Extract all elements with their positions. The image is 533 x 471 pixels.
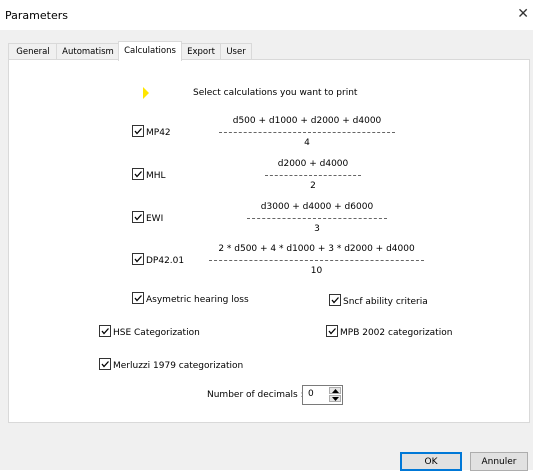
decimals-stepper[interactable]: 0 bbox=[302, 385, 343, 405]
tab-automatism[interactable]: Automatism bbox=[56, 43, 120, 60]
checkbox-label: Sncf ability criteria bbox=[343, 297, 428, 307]
checkbox-icon bbox=[326, 325, 338, 337]
checkbox-icon bbox=[99, 325, 111, 337]
cancel-button[interactable]: Annuler bbox=[470, 452, 528, 471]
checkbox-mpb-2002-categorization[interactable]: MPB 2002 categorization bbox=[326, 325, 452, 338]
checkbox-mp42[interactable]: MP42 bbox=[132, 125, 171, 138]
window-title: Parameters bbox=[5, 9, 68, 22]
checkbox-icon bbox=[132, 211, 144, 223]
checkbox-ewi[interactable]: EWI bbox=[132, 211, 163, 224]
formula-denominator: 4 bbox=[304, 138, 310, 148]
formula-dp4201: 2 * d500 + 4 * d1000 + 3 * d2000 + d4000… bbox=[209, 244, 424, 276]
formula-numerator: d3000 + d4000 + d6000 bbox=[260, 202, 374, 212]
ok-button[interactable]: OK bbox=[400, 452, 462, 471]
checkbox-icon bbox=[132, 168, 144, 180]
title-bar: Parameters ✕ bbox=[0, 0, 533, 30]
checkbox-sncf-ability-criteria[interactable]: Sncf ability criteria bbox=[329, 294, 428, 307]
checkbox-label: EWI bbox=[146, 214, 164, 224]
formula-denominator: 2 bbox=[310, 181, 316, 191]
checkbox-label: DP42.01 bbox=[146, 256, 185, 266]
checkbox-label: Merluzzi 1979 categorization bbox=[113, 361, 244, 371]
formula-numerator: 2 * d500 + 4 * d1000 + 3 * d2000 + d4000 bbox=[218, 244, 415, 254]
checkbox-icon bbox=[132, 125, 144, 137]
checkbox-icon bbox=[132, 253, 144, 265]
checkbox-label: MHL bbox=[146, 171, 166, 181]
checkbox-icon bbox=[99, 358, 111, 370]
checkbox-merluzzi-1979-categorization[interactable]: Merluzzi 1979 categorization bbox=[99, 358, 243, 371]
checkbox-dp4201[interactable]: DP42.01 bbox=[132, 253, 184, 266]
tab-general[interactable]: General bbox=[8, 43, 58, 60]
checkbox-label: HSE Categorization bbox=[113, 328, 200, 338]
close-icon[interactable]: ✕ bbox=[517, 6, 529, 22]
formula-mhl: d2000 + d4000 2 bbox=[265, 159, 361, 191]
checkbox-icon bbox=[329, 294, 341, 306]
decimals-value[interactable]: 0 bbox=[308, 389, 314, 399]
fraction-line bbox=[209, 260, 424, 261]
checkbox-label: Asymetric hearing loss bbox=[146, 295, 249, 305]
fraction-line bbox=[219, 132, 395, 133]
calculations-heading: Select calculations you want to print bbox=[193, 88, 358, 98]
checkbox-label: MP42 bbox=[146, 128, 171, 138]
formula-mp42: d500 + d1000 + d2000 + d4000 4 bbox=[219, 116, 395, 148]
dialog-body: General Automatism Calculations Export U… bbox=[0, 30, 533, 471]
formula-denominator: 10 bbox=[310, 266, 323, 276]
tab-calculations[interactable]: Calculations bbox=[118, 41, 182, 61]
checkbox-mhl[interactable]: MHL bbox=[132, 168, 166, 181]
formula-numerator: d500 + d1000 + d2000 + d4000 bbox=[232, 116, 382, 126]
stepper-down-icon[interactable] bbox=[329, 395, 341, 402]
checkbox-label: MPB 2002 categorization bbox=[340, 328, 453, 338]
pointer-arrow-icon bbox=[143, 87, 149, 99]
tab-user[interactable]: User bbox=[220, 43, 252, 60]
checkbox-icon bbox=[132, 292, 144, 304]
calculations-panel: Select calculations you want to print MP… bbox=[8, 59, 530, 423]
formula-ewi: d3000 + d4000 + d6000 3 bbox=[247, 202, 387, 234]
stepper-up-icon[interactable] bbox=[329, 387, 341, 394]
formula-denominator: 3 bbox=[314, 224, 320, 234]
checkbox-hse-categorization[interactable]: HSE Categorization bbox=[99, 325, 200, 338]
formula-numerator: d2000 + d4000 bbox=[277, 159, 349, 169]
tab-export[interactable]: Export bbox=[180, 43, 222, 60]
checkbox-asymetric-hearing-loss[interactable]: Asymetric hearing loss bbox=[132, 292, 249, 305]
fraction-line bbox=[247, 218, 387, 219]
stepper-buttons bbox=[329, 387, 341, 403]
decimals-label: Number of decimals : bbox=[207, 390, 304, 400]
fraction-line bbox=[265, 175, 361, 176]
